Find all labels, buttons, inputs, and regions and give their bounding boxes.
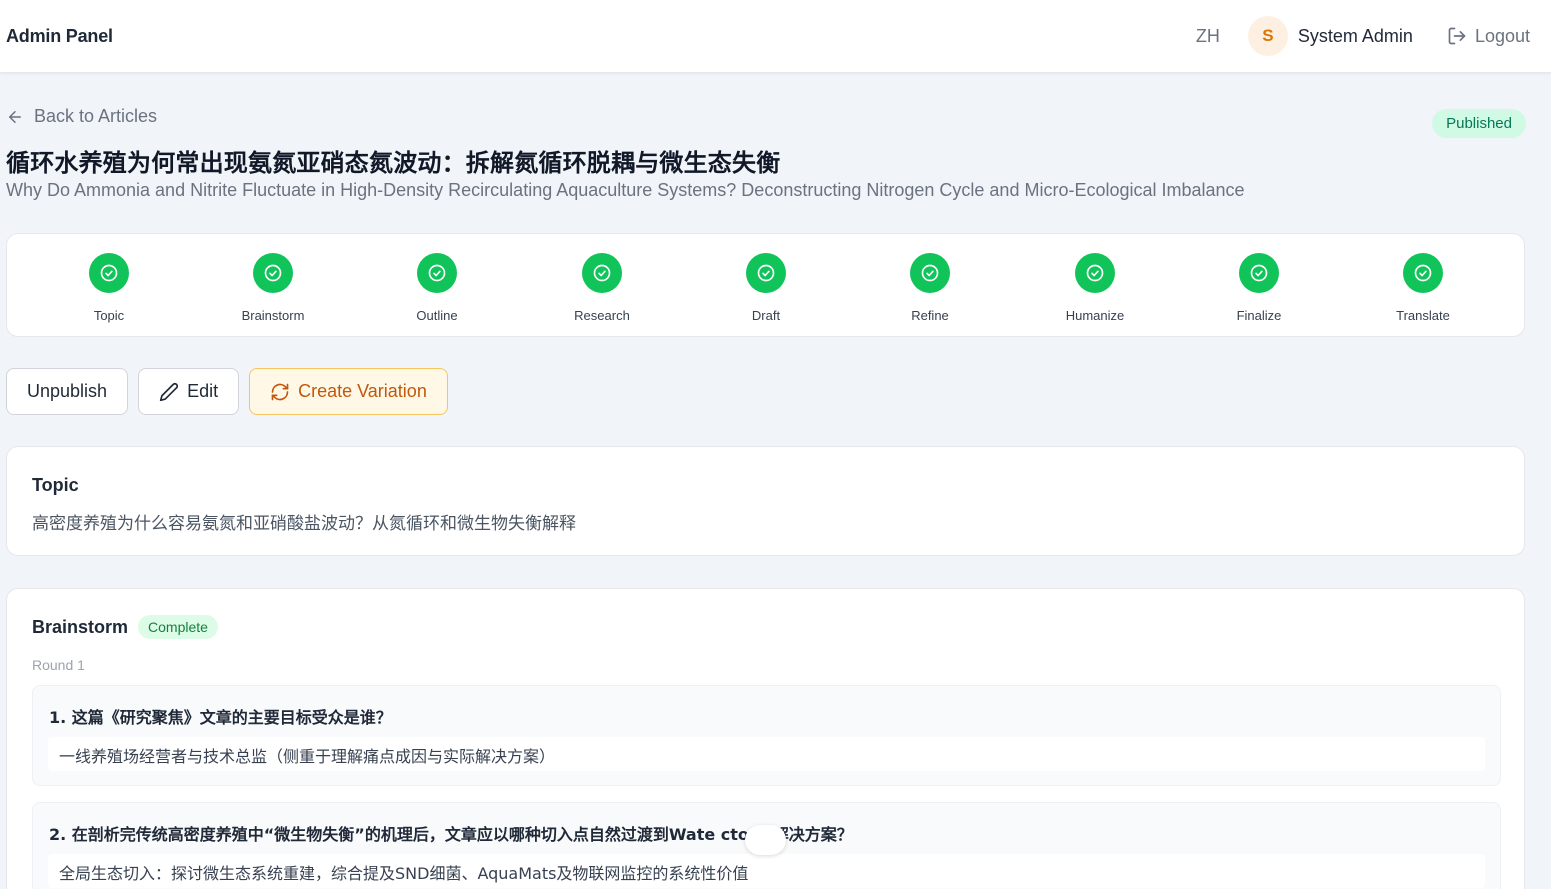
step-label: Translate <box>1396 308 1450 323</box>
check-circle-icon <box>89 253 129 293</box>
step-label: Outline <box>416 308 458 323</box>
round-label: Round 1 <box>32 657 85 673</box>
check-circle-icon <box>1403 253 1443 293</box>
check-circle-icon <box>746 253 786 293</box>
arrow-left-icon <box>9 110 21 123</box>
step-label: Humanize <box>1065 308 1125 323</box>
brainstorm-header: Brainstorm Complete <box>32 615 218 639</box>
step-topic[interactable]: Topic <box>49 253 169 323</box>
step-label: Research <box>574 308 630 323</box>
back-label: Back to Articles <box>34 106 158 126</box>
step-label: Draft <box>751 308 781 323</box>
page-title: 循环水养殖为何常出现氨氮亚硝态氮波动：拆解氮循环脱耦与微生态失衡 <box>6 149 781 177</box>
step-research[interactable]: Research <box>542 253 662 323</box>
unpublish-button[interactable]: Unpublish <box>6 368 129 415</box>
topic-card: Topic 高密度养殖为什么容易氨氮和亚硝酸盐波动？从氮循环和微生物失衡解释 <box>6 446 1525 556</box>
step-brainstorm[interactable]: Brainstorm <box>213 253 333 323</box>
workflow-steps: Topic Brainstorm Outline Research Draft … <box>6 233 1525 337</box>
edit-label: Edit <box>187 381 219 401</box>
refresh-icon <box>271 383 289 400</box>
step-label: Topic <box>93 308 125 323</box>
status-badge: Published <box>1432 109 1526 138</box>
question-text: 1. 这篇《研究聚焦》文章的主要目标受众是谁？ <box>49 708 392 727</box>
step-refine[interactable]: Refine <box>870 253 990 323</box>
step-label: Brainstorm <box>241 308 305 323</box>
topic-text: 高密度养殖为什么容易氨氮和亚硝酸盐波动？从氮循环和微生物失衡解释 <box>32 514 576 534</box>
step-finalize[interactable]: Finalize <box>1199 253 1319 323</box>
logout-icon <box>1448 27 1466 45</box>
step-label: Finalize <box>1236 308 1282 323</box>
avatar: S <box>1247 16 1288 56</box>
scroll-indicator[interactable] <box>745 825 786 855</box>
step-humanize[interactable]: Humanize <box>1035 253 1155 323</box>
create-variation-button[interactable]: Create Variation <box>249 368 448 415</box>
check-circle-icon <box>582 253 622 293</box>
check-circle-icon <box>1239 253 1279 293</box>
step-label: Refine <box>911 308 949 323</box>
action-bar: Unpublish Edit Create Variation <box>6 368 458 415</box>
brainstorm-heading: Brainstorm <box>32 616 129 637</box>
answer-text: 全局生态切入：探讨微生态系统重建，综合提及SND细菌、AquaMats及物联网监… <box>48 854 1485 888</box>
check-circle-icon <box>910 253 950 293</box>
step-outline[interactable]: Outline <box>377 253 497 323</box>
logout-label: Logout <box>1474 25 1530 46</box>
list-item: 1. 这篇《研究聚焦》文章的主要目标受众是谁？ 一线养殖场经营者与技术总监（侧重… <box>32 685 1501 786</box>
check-circle-icon <box>1075 253 1115 293</box>
create-variation-label: Create Variation <box>298 381 427 401</box>
back-to-articles-link[interactable]: Back to Articles <box>6 106 157 127</box>
pencil-icon <box>159 382 179 401</box>
page-subtitle: Why Do Ammonia and Nitrite Fluctuate in … <box>6 180 1245 200</box>
brand-title: Admin Panel <box>6 25 113 46</box>
logout-button[interactable]: Logout <box>1447 26 1530 47</box>
top-bar: Admin Panel ZH S System Admin Logout <box>0 0 1551 73</box>
language-toggle[interactable]: ZH <box>1196 26 1220 47</box>
step-draft[interactable]: Draft <box>706 253 826 323</box>
check-circle-icon <box>417 253 457 293</box>
edit-button[interactable]: Edit <box>138 368 240 415</box>
status-badge: Complete <box>138 615 218 639</box>
username: System Admin <box>1297 25 1413 46</box>
check-circle-icon <box>253 253 293 293</box>
question-text: 2. 在剖析完传统高密度养殖中“微生物失衡”的机理后，文章应以哪种切入点自然过渡… <box>49 825 853 844</box>
answer-text: 一线养殖场经营者与技术总监（侧重于理解痛点成因与实际解决方案） <box>48 737 1485 771</box>
top-right-controls: ZH S System Admin Logout <box>1196 16 1530 56</box>
topic-heading: Topic <box>32 475 79 495</box>
step-translate[interactable]: Translate <box>1363 253 1483 323</box>
